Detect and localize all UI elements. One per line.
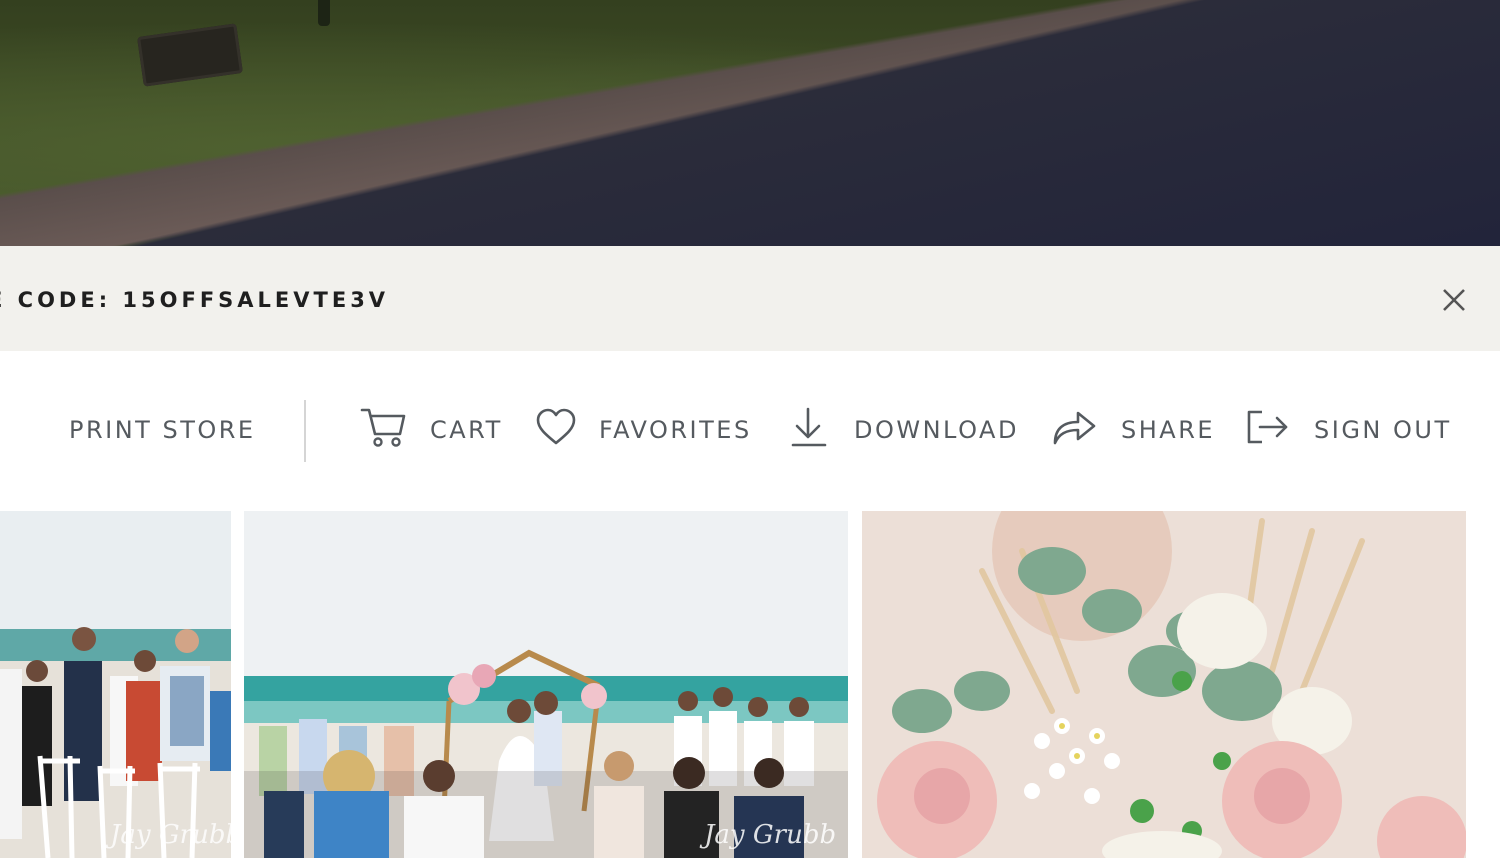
share-arrow-icon (1051, 407, 1097, 453)
gallery-photo-guests[interactable]: Jay Grubb (0, 511, 231, 858)
print-store-link[interactable]: PRINT STORE (69, 405, 256, 455)
photo-bouquet-image (862, 511, 1466, 858)
heart-icon (535, 408, 577, 452)
sign-out-icon (1246, 408, 1290, 452)
favorites-button[interactable]: FAVORITES (535, 405, 752, 455)
favorites-label: FAVORITES (599, 416, 752, 444)
sign-out-button[interactable]: SIGN OUT (1246, 405, 1452, 455)
download-label: DOWNLOAD (854, 416, 1019, 444)
watermark-text: Jay Grubb (105, 820, 231, 850)
gallery-photo-bouquet[interactable] (862, 511, 1466, 858)
hero-stake (318, 0, 330, 26)
close-icon[interactable] (1438, 284, 1470, 316)
sign-out-label: SIGN OUT (1314, 416, 1452, 444)
download-button[interactable]: DOWNLOAD (790, 405, 1019, 455)
download-icon (790, 406, 830, 454)
gallery-photo-ceremony[interactable]: Jay Grubb (244, 511, 848, 858)
cart-icon (360, 406, 406, 454)
nav-divider (304, 400, 306, 462)
watermark-text: Jay Grubb (699, 820, 836, 850)
photo-ceremony-image: Jay Grubb (244, 511, 848, 858)
cart-button[interactable]: CART (360, 405, 503, 455)
print-store-label: PRINT STORE (69, 416, 256, 444)
hero-photo (0, 0, 1500, 246)
share-label: SHARE (1121, 416, 1216, 444)
promo-code-text: E CODE: 15OFFSALEVTE3V (0, 288, 390, 312)
photo-guests-image: Jay Grubb (0, 511, 231, 858)
share-button[interactable]: SHARE (1051, 405, 1215, 455)
cart-label: CART (430, 416, 503, 444)
